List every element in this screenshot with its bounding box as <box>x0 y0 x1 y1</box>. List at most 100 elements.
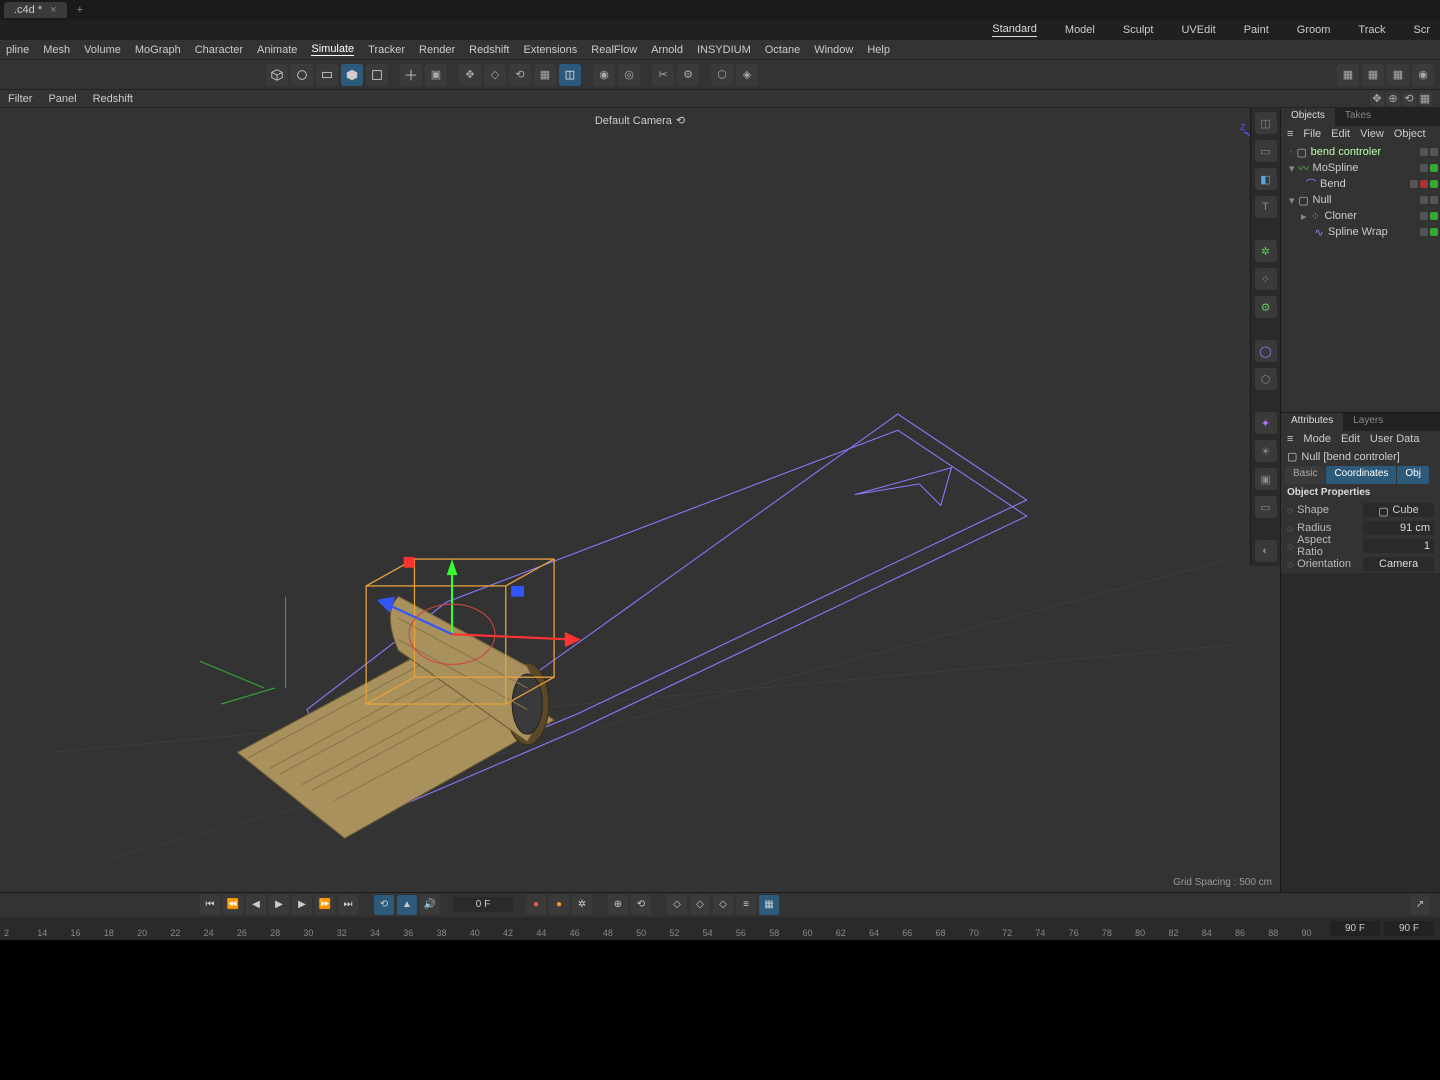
tree-item-bend-controler[interactable]: · ▢ bend controler <box>1283 144 1438 160</box>
key-p-icon[interactable]: ◇ <box>667 895 687 915</box>
next-frame-icon[interactable]: ▶ <box>292 895 312 915</box>
tree-item-cloner[interactable]: ▸ ⁘ Cloner <box>1283 208 1438 224</box>
orientation-dropdown[interactable]: Camera <box>1363 557 1434 571</box>
subbar-redshift[interactable]: Redshift <box>93 93 133 105</box>
render-settings-icon[interactable]: ▦ <box>1387 64 1409 86</box>
menu-mesh[interactable]: Mesh <box>43 44 70 56</box>
menu-arnold[interactable]: Arnold <box>651 44 683 56</box>
model-mode-icon[interactable] <box>341 64 363 86</box>
attr-menu-mode[interactable]: Mode <box>1303 433 1331 445</box>
rotate-tool-icon[interactable]: ⟲ <box>509 64 531 86</box>
cloner-icon[interactable]: ⁘ <box>1255 268 1277 290</box>
timeline-end-field-2[interactable]: 90 F <box>1384 921 1434 936</box>
attr-tab-basic[interactable]: Basic <box>1285 466 1325 484</box>
object-tree[interactable]: · ▢ bend controler ▾ 〰 MoSpline ⌒ Bend <box>1281 142 1440 412</box>
subbar-panel[interactable]: Panel <box>48 93 76 105</box>
tree-item-spline-wrap[interactable]: ∿ Spline Wrap <box>1283 224 1438 240</box>
rect-icon[interactable]: ▭ <box>1255 140 1277 162</box>
tab-attributes[interactable]: Attributes <box>1281 413 1343 431</box>
autokey-icon[interactable]: ● <box>549 895 569 915</box>
prev-key-icon[interactable]: ⏪ <box>223 895 243 915</box>
text-icon[interactable]: T <box>1255 196 1277 218</box>
menu-extensions[interactable]: Extensions <box>523 44 577 56</box>
aspect-input[interactable]: 1 <box>1363 539 1434 553</box>
viewport-layout-icon[interactable]: ▦ <box>1418 92 1432 106</box>
current-frame-field[interactable]: 0 F <box>453 897 513 912</box>
record-icon[interactable]: ● <box>526 895 546 915</box>
menu-animate[interactable]: Animate <box>257 44 297 56</box>
render-view-icon[interactable]: ▦ <box>1337 64 1359 86</box>
expand-icon[interactable]: ▸ <box>1301 210 1307 223</box>
attr-tab-coordinates[interactable]: Coordinates <box>1326 466 1396 484</box>
attr-tab-object[interactable]: Obj <box>1397 466 1429 484</box>
objects-menu-view[interactable]: View <box>1360 128 1384 140</box>
menu-insydium[interactable]: INSYDIUM <box>697 44 751 56</box>
keyframe-options-icon[interactable]: ✲ <box>572 895 592 915</box>
objects-menu-object[interactable]: Object <box>1394 128 1426 140</box>
viewport-rotate-icon[interactable]: ⟲ <box>1402 92 1416 106</box>
key-rot-icon[interactable]: ⟲ <box>631 895 651 915</box>
workspace-groom[interactable]: Groom <box>1297 24 1331 36</box>
light-icon[interactable]: ☀ <box>1255 440 1277 462</box>
key-pla-icon[interactable]: ▦ <box>759 895 779 915</box>
goto-start-icon[interactable]: ⏮ <box>200 895 220 915</box>
menu-octane[interactable]: Octane <box>765 44 800 56</box>
loop-icon[interactable]: ⟲ <box>374 895 394 915</box>
tree-item-null[interactable]: ▾ ▢ Null <box>1283 192 1438 208</box>
workspace-standard[interactable]: Standard <box>992 23 1037 37</box>
menu-realflow[interactable]: RealFlow <box>591 44 637 56</box>
tab-takes[interactable]: Takes <box>1335 108 1381 126</box>
range-icon[interactable]: ▲ <box>397 895 417 915</box>
menu-window[interactable]: Window <box>814 44 853 56</box>
tag-icon[interactable]: ◐ <box>1255 540 1277 562</box>
radius-input[interactable]: 91 cm <box>1363 521 1434 535</box>
menu-simulate[interactable]: Simulate <box>311 43 354 56</box>
solo-icon[interactable]: ⬡ <box>711 64 733 86</box>
viewport-zoom-icon[interactable]: ⊕ <box>1386 92 1400 106</box>
workspace-script[interactable]: Scr <box>1414 24 1431 36</box>
menu-character[interactable]: Character <box>195 44 243 56</box>
objects-menu-file[interactable]: File <box>1303 128 1321 140</box>
generator-icon[interactable]: ⬡ <box>1255 368 1277 390</box>
settings-icon[interactable]: ⚙ <box>677 64 699 86</box>
menu-spline[interactable]: pline <box>6 44 29 56</box>
render-image-icon[interactable]: ▦ <box>1362 64 1384 86</box>
objects-menu-edit[interactable]: Edit <box>1331 128 1350 140</box>
workspace-model[interactable]: Model <box>1065 24 1095 36</box>
workspace-sculpt[interactable]: Sculpt <box>1123 24 1154 36</box>
key-param-icon[interactable]: ≡ <box>736 895 756 915</box>
menu-tracker[interactable]: Tracker <box>368 44 405 56</box>
hamburger-icon[interactable]: ≡ <box>1287 128 1293 140</box>
attr-menu-userdata[interactable]: User Data <box>1370 433 1420 445</box>
prev-frame-icon[interactable]: ◀ <box>246 895 266 915</box>
soft-select-icon[interactable]: ◉ <box>593 64 615 86</box>
xray-icon[interactable]: ◈ <box>736 64 758 86</box>
key-s-icon[interactable]: ◇ <box>690 895 710 915</box>
symmetry-icon[interactable]: ✂ <box>652 64 674 86</box>
plane-primitive-icon[interactable] <box>316 64 338 86</box>
cube-primitive-icon[interactable] <box>266 64 288 86</box>
subbar-filter[interactable]: Filter <box>8 93 32 105</box>
workspace-paint[interactable]: Paint <box>1244 24 1269 36</box>
texture-mode-icon[interactable] <box>366 64 388 86</box>
scene-icon[interactable]: ✦ <box>1255 412 1277 434</box>
tree-item-bend[interactable]: ⌒ Bend <box>1283 176 1438 192</box>
timeline-ruler[interactable]: 2141618202224262830323436384042444648505… <box>0 917 1440 941</box>
key-r-icon[interactable]: ◇ <box>713 895 733 915</box>
attr-menu-edit[interactable]: Edit <box>1341 433 1360 445</box>
menu-volume[interactable]: Volume <box>84 44 121 56</box>
sound-icon[interactable]: 🔊 <box>420 895 440 915</box>
tree-item-mospline[interactable]: ▾ 〰 MoSpline <box>1283 160 1438 176</box>
tab-objects[interactable]: Objects <box>1281 108 1335 126</box>
move-tool-icon[interactable]: ✥ <box>459 64 481 86</box>
file-tab[interactable]: .c4d * × <box>4 2 67 18</box>
play-icon[interactable]: ▶ <box>269 895 289 915</box>
tab-layers[interactable]: Layers <box>1343 413 1393 431</box>
shape-dropdown[interactable]: ▢Cube <box>1363 503 1434 517</box>
menu-redshift[interactable]: Redshift <box>469 44 509 56</box>
next-key-icon[interactable]: ⏩ <box>315 895 335 915</box>
sphere-primitive-icon[interactable] <box>291 64 313 86</box>
select-mode-icon[interactable]: ◎ <box>618 64 640 86</box>
camera-tool-icon[interactable]: ▣ <box>1255 468 1277 490</box>
workspace-track[interactable]: Track <box>1358 24 1385 36</box>
